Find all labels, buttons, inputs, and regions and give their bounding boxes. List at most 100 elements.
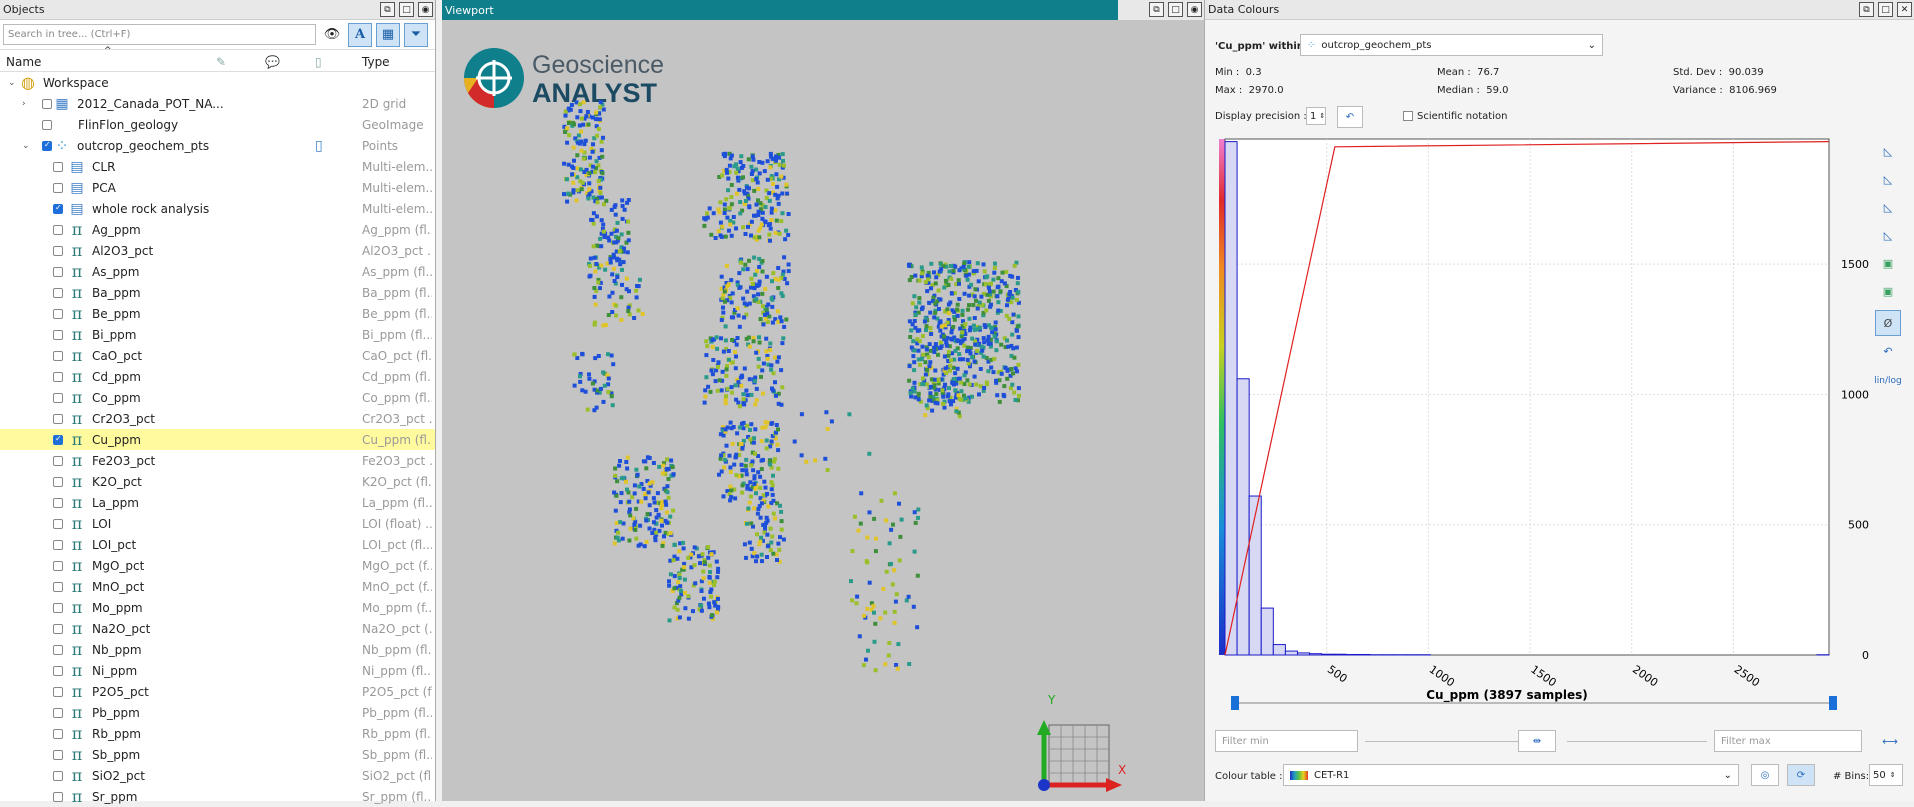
tree-item[interactable]: ▤whole rock analysisMulti-elem... <box>0 198 435 219</box>
visibility-checkbox[interactable] <box>53 729 63 739</box>
tree-item[interactable]: πMnO_pctMnO_pct (f... <box>0 576 435 597</box>
tree-item[interactable]: πCr2O3_pctCr2O3_pct ... <box>0 408 435 429</box>
visibility-checkbox[interactable] <box>53 456 63 466</box>
collapse-arrow-icon[interactable]: ⌄ <box>8 78 18 88</box>
viewport-float-button[interactable]: ⧉ <box>1149 2 1164 17</box>
tree-item[interactable]: πMo_ppmMo_ppm (f... <box>0 597 435 618</box>
colour-table-select[interactable]: CET-R1 ⌄ <box>1283 764 1739 786</box>
expand-range-button[interactable]: ⟷ <box>1877 728 1903 754</box>
expand-arrow-icon[interactable]: › <box>22 99 32 109</box>
document-icon[interactable]: ▯ <box>315 138 323 154</box>
tree-item[interactable]: πCaO_pctCaO_pct (fl... <box>0 345 435 366</box>
filter-max-input[interactable]: Filter max <box>1714 730 1862 752</box>
maximize-button[interactable]: □ <box>399 2 414 17</box>
visibility-checkbox[interactable] <box>53 519 63 529</box>
comment-column-icon[interactable]: 💬 <box>265 55 280 69</box>
within-select[interactable]: ⁘ outcrop_geochem_pts ⌄ <box>1300 34 1603 56</box>
visibility-checkbox[interactable] <box>53 540 63 550</box>
visibility-checkbox[interactable] <box>53 624 63 634</box>
visibility-checkbox[interactable] <box>53 204 63 214</box>
tree-item[interactable]: πBe_ppmBe_ppm (fl... <box>0 303 435 324</box>
type-filter-icon[interactable]: ▦ <box>376 23 400 47</box>
undo-icon[interactable]: ↶ <box>1875 338 1901 364</box>
tree-item[interactable]: πLOI_pctLOI_pct (fl... <box>0 534 435 555</box>
visibility-checkbox[interactable] <box>53 666 63 676</box>
visibility-checkbox[interactable] <box>53 792 63 802</box>
visibility-checkbox[interactable] <box>53 225 63 235</box>
eye-icon[interactable]: 👁 <box>320 23 344 47</box>
cumulative-icon[interactable]: ◺ <box>1875 166 1901 192</box>
cumulative-icon[interactable]: ◺ <box>1875 138 1901 164</box>
colours-close-button[interactable]: ✕ <box>1897 2 1912 17</box>
text-filter-icon[interactable]: A <box>348 23 372 47</box>
column-name[interactable]: Name <box>6 55 41 69</box>
image-icon[interactable]: ▣ <box>1875 278 1901 304</box>
tree-item[interactable]: πNa2O_pctNa2O_pct (... <box>0 618 435 639</box>
tree-item[interactable]: πSb_ppmSb_ppm (fl... <box>0 744 435 765</box>
precision-spinbox[interactable]: 1⇕ <box>1306 107 1326 125</box>
visibility-checkbox[interactable] <box>53 309 63 319</box>
visibility-checkbox[interactable] <box>53 750 63 760</box>
scientific-checkbox[interactable] <box>1403 111 1413 121</box>
column-type[interactable]: Type <box>362 55 390 69</box>
cumulative-icon[interactable]: ◺ <box>1875 222 1901 248</box>
colours-maximize-button[interactable]: □ <box>1878 2 1893 17</box>
tree-item[interactable]: πCo_ppmCo_ppm (fl... <box>0 387 435 408</box>
document-column-icon[interactable]: ▯ <box>315 55 322 69</box>
visibility-checkbox[interactable] <box>53 246 63 256</box>
viewport-visibility-icon[interactable]: ◉ <box>1187 2 1202 17</box>
visibility-checkbox[interactable] <box>53 477 63 487</box>
visibility-checkbox[interactable] <box>42 120 52 130</box>
reset-precision-button[interactable]: ↶ <box>1337 106 1363 128</box>
tree-item[interactable]: πMgO_pctMgO_pct (f... <box>0 555 435 576</box>
visibility-checkbox[interactable] <box>53 183 63 193</box>
tree-item[interactable]: ⌄⁘outcrop_geochem_pts▯Points <box>0 135 435 156</box>
visibility-checkbox[interactable] <box>53 561 63 571</box>
visibility-checkbox[interactable] <box>53 414 63 424</box>
range-max-handle[interactable] <box>1829 696 1837 710</box>
tree-item[interactable]: πSr_ppmSr_ppm (fl... <box>0 786 435 807</box>
tree-item[interactable]: ▤CLRMulti-elem... <box>0 156 435 177</box>
visibility-checkbox[interactable] <box>42 99 52 109</box>
null-icon[interactable]: Ø <box>1875 310 1901 336</box>
tree-item[interactable]: πCd_ppmCd_ppm (fl... <box>0 366 435 387</box>
visibility-checkbox[interactable] <box>53 351 63 361</box>
visibility-checkbox[interactable] <box>53 771 63 781</box>
tree-item[interactable]: FlinFlon_geologyGeoImage <box>0 114 435 135</box>
tree-item[interactable]: πAg_ppmAg_ppm (fl... <box>0 219 435 240</box>
visibility-checkbox[interactable] <box>53 162 63 172</box>
visibility-checkbox[interactable] <box>53 288 63 298</box>
range-min-handle[interactable] <box>1231 696 1239 710</box>
tree-item[interactable]: πBa_ppmBa_ppm (fl... <box>0 282 435 303</box>
bins-spinbox[interactable]: 50⇕ <box>1869 764 1903 786</box>
tree-item[interactable]: πFe2O3_pctFe2O3_pct ... <box>0 450 435 471</box>
funnel-icon[interactable]: ⏷ <box>404 23 428 47</box>
search-input[interactable]: Search in tree... (Ctrl+F) <box>3 24 316 45</box>
tree-item[interactable]: πNi_ppmNi_ppm (fl... <box>0 660 435 681</box>
visibility-checkbox[interactable] <box>53 393 63 403</box>
refresh-colours-button[interactable]: ⟳ <box>1787 764 1815 786</box>
tree-item[interactable]: πP2O5_pctP2O5_pct (f... <box>0 681 435 702</box>
tree-item[interactable]: ⌄◍Workspace <box>0 72 435 93</box>
visibility-checkbox[interactable] <box>53 708 63 718</box>
visibility-checkbox[interactable] <box>53 687 63 697</box>
collapse-arrow-icon[interactable]: ⌄ <box>22 141 32 151</box>
visibility-checkbox[interactable] <box>53 582 63 592</box>
viewport-maximize-button[interactable]: □ <box>1168 2 1183 17</box>
tree-item[interactable]: πSiO2_pctSiO2_pct (fl... <box>0 765 435 786</box>
visibility-checkbox[interactable] <box>53 267 63 277</box>
visibility-checkbox[interactable] <box>53 603 63 613</box>
lin-log-icon[interactable]: lin/log <box>1875 368 1901 394</box>
image-icon[interactable]: ▣ <box>1875 250 1901 276</box>
visibility-checkbox[interactable] <box>53 435 63 445</box>
viewport-canvas[interactable]: Geoscience ANALYST Y X <box>442 20 1160 801</box>
tree-item[interactable]: πNb_ppmNb_ppm (fl... <box>0 639 435 660</box>
edit-column-icon[interactable]: ✎ <box>216 55 226 69</box>
tree-item[interactable]: πAs_ppmAs_ppm (fl... <box>0 261 435 282</box>
cumulative-icon[interactable]: ◺ <box>1875 194 1901 220</box>
visibility-checkbox[interactable] <box>53 498 63 508</box>
tree-item[interactable]: ▤PCAMulti-elem... <box>0 177 435 198</box>
tree-item[interactable]: πCu_ppmCu_ppm (fl... <box>0 429 435 450</box>
tree-item[interactable]: πLOILOI (float) ... <box>0 513 435 534</box>
tree-item[interactable]: πPb_ppmPb_ppm (fl... <box>0 702 435 723</box>
